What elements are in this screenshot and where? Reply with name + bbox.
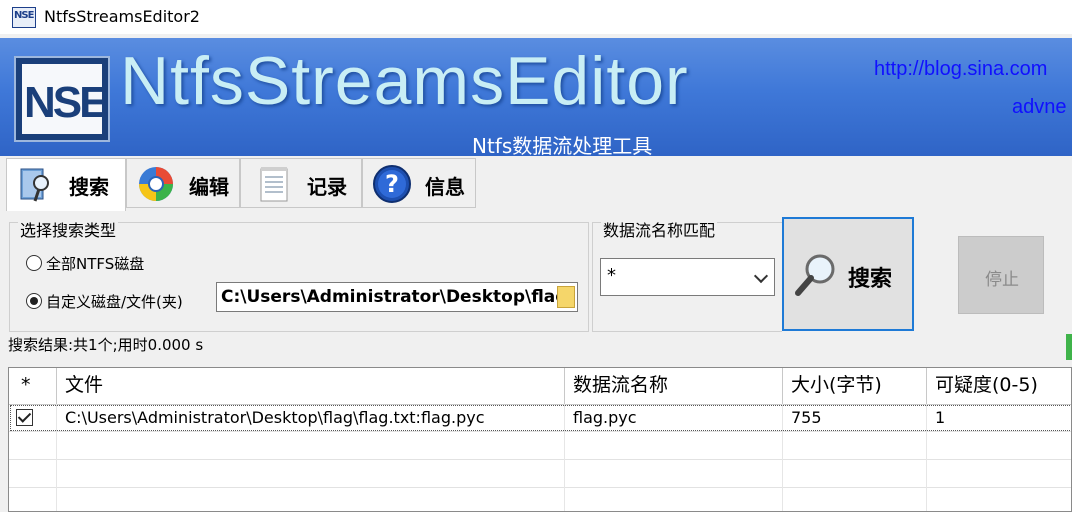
tab-edit-label: 编辑: [189, 175, 229, 199]
search-button-label: 搜索: [848, 267, 893, 292]
col-header-select[interactable]: *: [9, 368, 57, 404]
row-file-cell[interactable]: C:\Users\Administrator\Desktop\flag\flag…: [57, 404, 565, 432]
path-input-value: C:\Users\Administrator\Desktop\flag: [221, 287, 568, 307]
table-row-empty: [9, 488, 1071, 511]
blog-url-link-line2[interactable]: advne: [1012, 96, 1067, 119]
table-row-empty: [9, 432, 1071, 460]
tab-log[interactable]: 记录: [240, 158, 362, 208]
table-header: * 文件 数据流名称 大小(字节) 可疑度(0-5): [9, 368, 1071, 405]
title-bar: NSE NtfsStreamsEditor2: [0, 0, 1072, 34]
col-header-size[interactable]: 大小(字节): [783, 368, 927, 404]
tab-search-label: 搜索: [69, 175, 109, 199]
stream-match-value: *: [607, 265, 616, 286]
app-subtitle: Ntfs数据流处理工具: [472, 134, 653, 156]
radio-all-ntfs[interactable]: [26, 255, 42, 271]
search-status-text: 搜索结果:共1个;用时0.000 s: [8, 336, 204, 354]
results-table: * 文件 数据流名称 大小(字节) 可疑度(0-5) C:\Users\Admi…: [8, 367, 1072, 512]
chevron-down-icon[interactable]: [753, 268, 769, 284]
tab-bar: 搜索 编辑 记录 ? 信息: [0, 156, 1072, 211]
stop-button[interactable]: 停止: [958, 236, 1044, 314]
tab-info[interactable]: ? 信息: [362, 158, 476, 208]
help-icon: ?: [373, 165, 411, 203]
search-tab-icon: [20, 168, 49, 202]
table-row[interactable]: C:\Users\Administrator\Desktop\flag\flag…: [9, 404, 1071, 432]
row-select-cell[interactable]: [9, 404, 57, 432]
search-type-group: 选择搜索类型: [9, 217, 589, 332]
tab-log-label: 记录: [307, 175, 347, 199]
path-input[interactable]: C:\Users\Administrator\Desktop\flag: [216, 282, 578, 312]
window-title: NtfsStreamsEditor2: [44, 7, 200, 26]
header-banner: NSE NtfsStreamsEditor Ntfs数据流处理工具 http:/…: [0, 38, 1072, 156]
col-header-suspicion[interactable]: 可疑度(0-5): [927, 368, 1071, 404]
stream-match-combo[interactable]: *: [600, 258, 775, 296]
app-icon-text: NSE: [14, 10, 34, 21]
app-icon: NSE: [12, 7, 36, 28]
tab-info-label: 信息: [425, 175, 465, 199]
search-button[interactable]: 搜索: [782, 217, 914, 331]
logo-text: NSE: [24, 78, 109, 127]
blog-url-link[interactable]: http://blog.sina.com: [874, 58, 1047, 81]
nse-logo: NSE: [14, 56, 110, 142]
radio-custom-path[interactable]: [26, 293, 42, 309]
row-stream-cell[interactable]: flag.pyc: [565, 404, 783, 432]
col-header-file[interactable]: 文件: [57, 368, 565, 404]
edit-globe-icon: [139, 167, 173, 201]
svg-text:?: ?: [385, 170, 399, 198]
search-type-legend: 选择搜索类型: [18, 217, 119, 241]
stop-button-label: 停止: [985, 270, 1019, 290]
app-name-banner: NtfsStreamsEditor: [120, 43, 689, 119]
row-size-cell[interactable]: 755: [783, 404, 927, 432]
radio-custom-path-label[interactable]: 自定义磁盘/文件(夹): [46, 291, 183, 312]
col-header-stream[interactable]: 数据流名称: [565, 368, 783, 404]
folder-browse-icon[interactable]: [557, 286, 575, 308]
tab-edit[interactable]: 编辑: [126, 158, 240, 208]
row-checkbox[interactable]: [16, 409, 33, 426]
tab-search[interactable]: 搜索: [6, 158, 126, 211]
row-suspicion-cell[interactable]: 1: [927, 404, 1071, 432]
radio-all-ntfs-label[interactable]: 全部NTFS磁盘: [46, 253, 144, 274]
magnifier-icon: [795, 254, 835, 296]
stream-match-legend: 数据流名称匹配: [601, 217, 718, 241]
notepad-icon: [260, 167, 288, 202]
table-row-empty: [9, 460, 1071, 488]
progress-indicator: [1066, 334, 1072, 360]
